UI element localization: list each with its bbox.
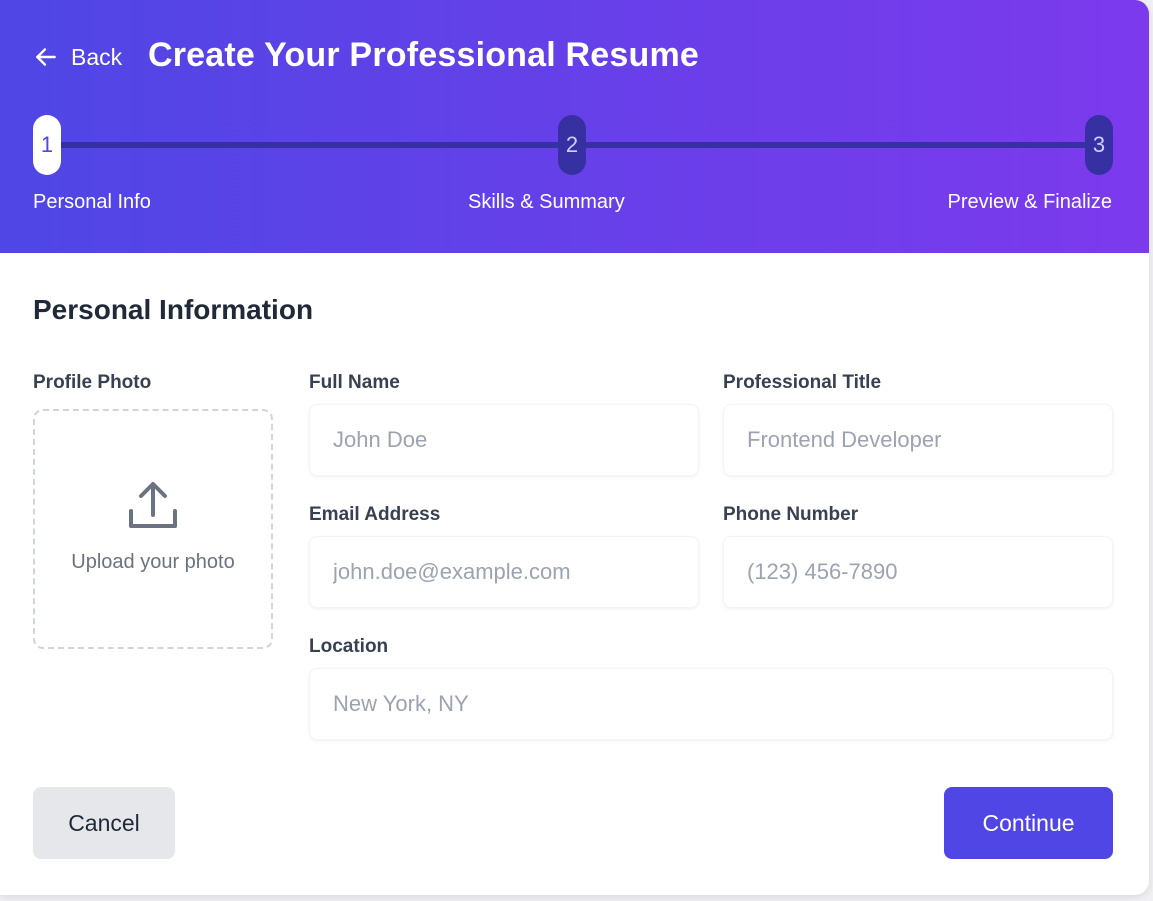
arrow-left-icon [36, 48, 56, 66]
cancel-button[interactable]: Cancel [33, 787, 175, 859]
professional-title-label: Professional Title [723, 372, 882, 393]
phone-input[interactable] [723, 536, 1113, 608]
back-label: Back [71, 43, 123, 70]
step-2-label: Skills & Summary [468, 191, 625, 213]
email-label: Email Address [309, 504, 441, 525]
step-1-indicator[interactable]: 1 [33, 115, 61, 175]
full-name-input[interactable] [309, 404, 699, 476]
upload-icon [129, 481, 177, 528]
profile-photo-label: Profile Photo [33, 372, 152, 393]
phone-label: Phone Number [723, 504, 859, 525]
back-button[interactable]: Back [33, 40, 122, 74]
resume-wizard-card: Back Create Your Professional Resume 1 2… [0, 0, 1149, 895]
location-label: Location [309, 636, 389, 657]
wizard-header: Back Create Your Professional Resume 1 2… [0, 0, 1149, 253]
step-2-indicator[interactable]: 2 [558, 115, 586, 175]
upload-text: Upload your photo [71, 550, 235, 573]
continue-button[interactable]: Continue [944, 787, 1113, 859]
step-3-indicator[interactable]: 3 [1085, 115, 1113, 175]
section-title: Personal Information [33, 294, 314, 325]
email-input[interactable] [309, 536, 699, 608]
step-1-label: Personal Info [33, 191, 151, 213]
full-name-label: Full Name [309, 372, 400, 393]
professional-title-input[interactable] [723, 404, 1113, 476]
step-3-label: Preview & Finalize [947, 191, 1112, 213]
page-title: Create Your Professional Resume [148, 36, 700, 74]
photo-upload-dropzone[interactable]: Upload your photo [33, 409, 273, 649]
location-input[interactable] [309, 668, 1113, 740]
